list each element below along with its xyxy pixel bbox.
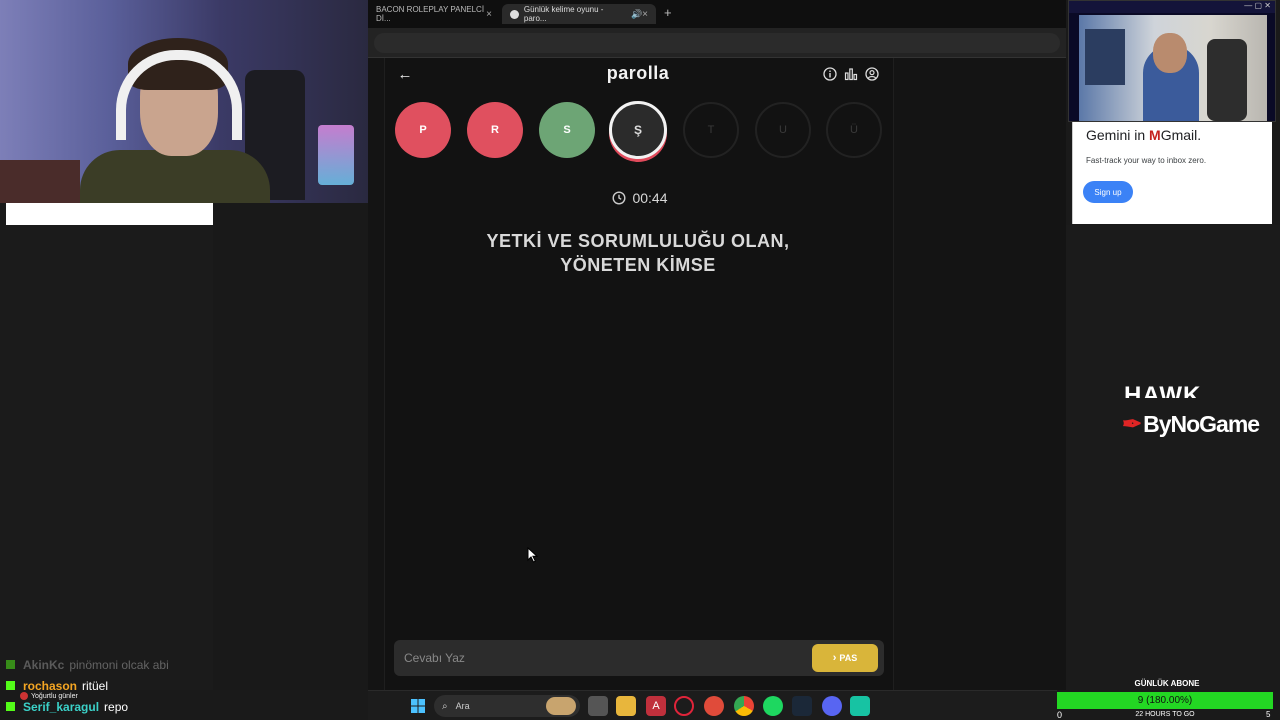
chat-list: AkinKc pinömoni olcak abi rochason ritüe… <box>6 654 216 717</box>
chat-panel <box>0 225 213 690</box>
answer-input[interactable] <box>394 640 804 676</box>
windows-taskbar: ⌕ Ara A <box>368 690 1057 720</box>
chat-text: ritüel <box>82 678 109 693</box>
app-a-icon[interactable]: A <box>646 696 666 716</box>
close-icon[interactable]: × <box>642 9 648 20</box>
chat-username[interactable]: Serif_karagul <box>23 700 99 714</box>
letter-u: U <box>755 102 811 158</box>
letter-p: P <box>395 102 451 158</box>
tab-label: BACON ROLEPLAY PANELCİ Dİ... <box>376 5 485 23</box>
question-line-1: YETKİ VE SORUMLULUĞU OLAN, <box>486 231 790 251</box>
sign-up-button[interactable]: Sign up <box>1083 181 1133 203</box>
answer-bar: › PAS <box>394 640 884 676</box>
chat-text: repo <box>104 699 129 714</box>
favicon-icon <box>510 9 519 19</box>
taskbar-search[interactable]: ⌕ Ara <box>434 695 580 717</box>
letter-t: T <box>683 102 739 158</box>
gaming-chair <box>1207 39 1247 121</box>
goal-end: 5 <box>1266 710 1271 719</box>
window-controls[interactable]: — ▢ ✕ <box>1069 1 1275 13</box>
page-title: parolla <box>606 63 670 83</box>
desk <box>0 160 80 203</box>
close-icon[interactable]: × <box>486 9 492 20</box>
chat-username[interactable]: rochason <box>23 679 77 693</box>
app-green-icon[interactable] <box>850 696 870 716</box>
tab-label: Günlük kelime oyunu - paro... <box>523 5 604 23</box>
spotify-icon[interactable] <box>763 696 783 716</box>
tab-parolla[interactable]: Günlük kelime oyunu - paro... 🔊 × <box>502 4 656 24</box>
search-highlight-art <box>546 697 576 715</box>
right-panel <box>1066 225 1280 690</box>
task-view-icon[interactable] <box>588 696 608 716</box>
address-bar[interactable] <box>374 33 1060 53</box>
new-tab-button[interactable]: + <box>664 5 672 20</box>
address-bar-area <box>368 28 1066 58</box>
search-icon: ⌕ <box>442 700 448 712</box>
kick-badge-icon <box>6 660 15 669</box>
person-face <box>1153 33 1187 73</box>
letter-s: S <box>539 102 595 158</box>
avatar <box>20 692 28 700</box>
stats-icon[interactable] <box>844 67 858 81</box>
webcam-left <box>0 0 368 203</box>
rgb-lamp <box>318 125 354 185</box>
opera-icon[interactable] <box>674 696 694 716</box>
wall-poster <box>1085 29 1125 85</box>
sponsor-logo: ✒ ByNoGame <box>1122 410 1260 439</box>
webcam-right: — ▢ ✕ <box>1068 0 1276 122</box>
stream-screen: BACON ROLEPLAY PANELCİ Dİ... × Günlük ke… <box>0 0 1280 720</box>
chat-message: AkinKc pinömoni olcak abi <box>6 654 216 675</box>
profile-icon[interactable] <box>865 67 879 81</box>
info-icon[interactable] <box>823 67 837 81</box>
chat-username[interactable]: AkinKc <box>23 658 64 672</box>
sponsor-name: ByNoGame <box>1143 411 1260 437</box>
file-explorer-icon[interactable] <box>616 696 636 716</box>
sub-tag-text: Yoğurtlu günler <box>31 692 78 700</box>
timer-value: 00:44 <box>632 190 668 206</box>
chevron-right-icon: › <box>832 652 837 664</box>
kick-badge-icon <box>6 681 15 690</box>
steam-icon[interactable] <box>792 696 812 716</box>
goal-label: GÜNLÜK ABONE <box>1134 679 1200 688</box>
windows-icon[interactable] <box>408 696 428 716</box>
app-red-icon[interactable] <box>704 696 724 716</box>
letter-ring: P R S Ş T U Ü <box>395 101 885 160</box>
back-arrow-icon[interactable]: ← <box>396 66 414 84</box>
sub-notification: Yoğurtlu günler <box>20 692 78 700</box>
webcam-right-video <box>1079 15 1267 121</box>
gmail-ad: Gemini in MGmail. Fast-track your way to… <box>1072 122 1272 224</box>
goal-progress-bar: 9 (180.00%) <box>1057 692 1273 709</box>
gmail-logo-icon: M <box>1149 127 1161 143</box>
goal-start: 0 <box>1057 710 1063 720</box>
tab-bacon-roleplay[interactable]: BACON ROLEPLAY PANELCİ Dİ... × <box>368 4 500 24</box>
chat-text: pinömoni olcak abi <box>69 657 169 672</box>
pass-button[interactable]: › PAS <box>812 644 878 672</box>
question-line-2: YÖNETEN KİMSE <box>560 255 716 275</box>
kick-badge-icon <box>6 702 15 711</box>
speaker-icon[interactable]: 🔊 <box>631 9 642 20</box>
feather-icon: ✒ <box>1122 411 1142 438</box>
question-text: YETKİ VE SORUMLULUĞU OLAN, YÖNETEN KİMSE <box>420 229 856 277</box>
clock-icon <box>612 191 626 205</box>
timer: 00:44 <box>598 189 682 207</box>
letter-uu: Ü <box>826 102 882 158</box>
browser-tab-bar: BACON ROLEPLAY PANELCİ Dİ... × Günlük ke… <box>368 0 1066 28</box>
pass-label: PAS <box>839 653 858 663</box>
chrome-icon[interactable] <box>734 696 754 716</box>
webcam-caption-bar <box>6 203 213 225</box>
sponsor-hawk-logo: HAWK <box>1124 384 1202 398</box>
streamer-body <box>80 150 270 203</box>
discord-icon[interactable] <box>822 696 842 716</box>
mouse-cursor-icon <box>527 547 539 563</box>
letter-sh-current: Ş <box>609 101 667 159</box>
ad-title: Gemini in MGmail. <box>1086 127 1202 143</box>
search-label: Ara <box>455 701 470 711</box>
ad-subtitle: Fast-track your way to inbox zero. <box>1086 156 1207 165</box>
goal-remaining: 22 HOURS TO GO <box>1135 711 1195 718</box>
letter-r: R <box>467 102 523 158</box>
